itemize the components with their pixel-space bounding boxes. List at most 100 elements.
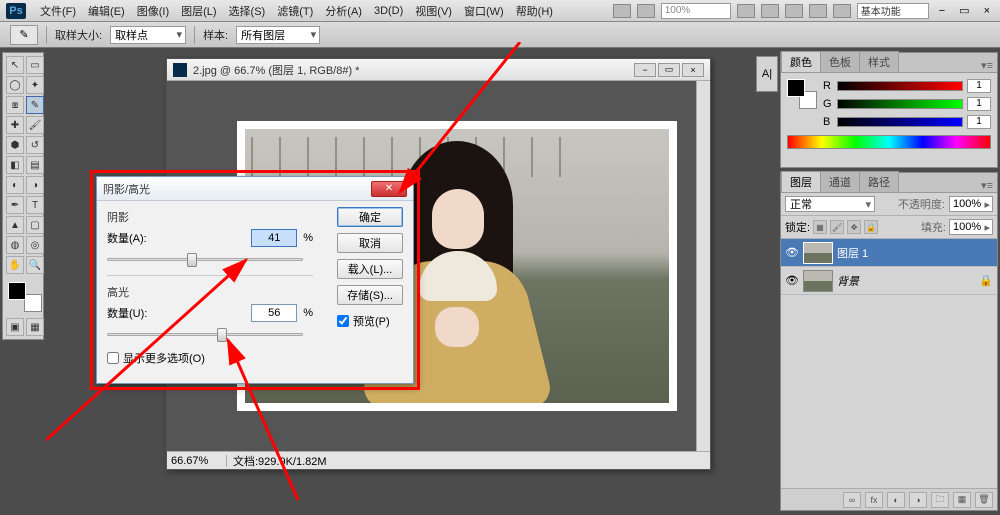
new-layer-icon[interactable]: ▦ <box>953 492 971 508</box>
brush-tool[interactable]: 🖌 <box>26 116 44 134</box>
lock-pixels-icon[interactable]: 🖌 <box>830 220 844 234</box>
eraser-tool[interactable]: ◧ <box>6 156 24 174</box>
sample-size-combo[interactable]: 取样点 <box>110 26 186 44</box>
dialog-close-icon[interactable]: ✕ <box>371 181 407 197</box>
gradient-tool[interactable]: ▤ <box>26 156 44 174</box>
stamp-tool[interactable]: ⬢ <box>6 136 24 154</box>
layer-name[interactable]: 图层 1 <box>837 245 868 261</box>
document-titlebar[interactable]: 2.jpg @ 66.7% (图层 1, RGB/8#) * − ▭ × <box>167 59 710 81</box>
rotate-icon[interactable] <box>785 4 803 18</box>
type-tool[interactable]: T <box>26 196 44 214</box>
more-options-checkbox[interactable] <box>107 352 119 364</box>
standard-mode-icon[interactable]: ▣ <box>6 318 24 336</box>
cancel-button[interactable]: 取消 <box>337 233 403 253</box>
dialog-titlebar[interactable]: 阴影/高光 ✕ <box>97 177 413 201</box>
menu-view[interactable]: 视图(V) <box>409 3 458 19</box>
collapsed-panel-strip[interactable]: A| <box>756 56 778 92</box>
vertical-scrollbar[interactable] <box>696 81 710 451</box>
group-icon[interactable]: 🗀 <box>931 492 949 508</box>
ok-button[interactable]: 确定 <box>337 207 403 227</box>
layer-name[interactable]: 背景 <box>837 273 859 289</box>
dodge-tool[interactable]: ◑ <box>26 176 44 194</box>
restore-icon[interactable]: ▭ <box>955 4 973 17</box>
menu-select[interactable]: 选择(S) <box>223 3 272 19</box>
tab-color[interactable]: 颜色 <box>781 51 821 72</box>
path-select-tool[interactable]: ▲ <box>6 216 24 234</box>
zoom-level[interactable]: 100% <box>661 3 731 19</box>
close-icon[interactable]: × <box>980 5 994 17</box>
menu-layer[interactable]: 图层(L) <box>175 3 222 19</box>
color-spectrum[interactable] <box>787 135 991 149</box>
tab-channels[interactable]: 通道 <box>820 171 860 192</box>
b-value[interactable]: 1 <box>967 115 991 129</box>
lock-all-icon[interactable]: 🔒 <box>864 220 878 234</box>
pen-tool[interactable]: ✒ <box>6 196 24 214</box>
load-button[interactable]: 载入(L)... <box>337 259 403 279</box>
adjustment-layer-icon[interactable]: ◑ <box>909 492 927 508</box>
preview-checkbox[interactable] <box>337 315 349 327</box>
color-swatches[interactable] <box>6 280 44 314</box>
doc-maximize-icon[interactable]: ▭ <box>658 63 680 77</box>
quick-select-tool[interactable]: ✦ <box>26 76 44 94</box>
zoom-tool[interactable]: 🔍 <box>26 256 44 274</box>
visibility-icon[interactable]: 👁 <box>785 274 799 288</box>
move-tool[interactable]: ↖ <box>6 56 24 74</box>
r-slider[interactable] <box>837 81 963 91</box>
layers-panel-menu-icon[interactable]: ▾≡ <box>977 179 997 192</box>
visibility-icon[interactable]: 👁 <box>785 246 799 260</box>
screen-mode-icon[interactable] <box>833 4 851 18</box>
3d-camera-tool[interactable]: ◎ <box>26 236 44 254</box>
sample-combo[interactable]: 所有图层 <box>236 26 320 44</box>
b-slider[interactable] <box>837 117 963 127</box>
layer-thumbnail[interactable] <box>803 242 833 264</box>
blur-tool[interactable]: ◐ <box>6 176 24 194</box>
g-value[interactable]: 1 <box>967 97 991 111</box>
zoom-readout[interactable]: 66.67% <box>167 455 227 467</box>
heal-tool[interactable]: ✚ <box>6 116 24 134</box>
lasso-tool[interactable]: ◯ <box>6 76 24 94</box>
3d-tool[interactable]: ◍ <box>6 236 24 254</box>
shadow-amount-input[interactable]: 41 <box>251 229 297 247</box>
menu-3d[interactable]: 3D(D) <box>368 5 409 17</box>
doc-close-icon[interactable]: × <box>682 63 704 77</box>
highlight-amount-input[interactable]: 56 <box>251 304 297 322</box>
g-slider[interactable] <box>837 99 963 109</box>
layer-fx-icon[interactable]: fx <box>865 492 883 508</box>
minimize-icon[interactable]: − <box>935 5 949 17</box>
lock-transparent-icon[interactable]: ▦ <box>813 220 827 234</box>
panel-menu-icon[interactable]: ▾≡ <box>977 59 997 72</box>
quickmask-mode-icon[interactable]: ▦ <box>26 318 44 336</box>
layer-row[interactable]: 👁 图层 1 <box>781 239 997 267</box>
layer-mask-icon[interactable]: ◐ <box>887 492 905 508</box>
marquee-tool[interactable]: ▭ <box>26 56 44 74</box>
menu-image[interactable]: 图像(I) <box>131 3 175 19</box>
shape-tool[interactable]: ▢ <box>26 216 44 234</box>
hand-icon[interactable] <box>737 4 755 18</box>
menu-file[interactable]: 文件(F) <box>34 3 82 19</box>
zoom-icon[interactable] <box>761 4 779 18</box>
menu-help[interactable]: 帮助(H) <box>510 3 559 19</box>
menu-edit[interactable]: 编辑(E) <box>82 3 131 19</box>
history-brush-tool[interactable]: ↺ <box>26 136 44 154</box>
hand-tool[interactable]: ✋ <box>6 256 24 274</box>
shadow-slider[interactable] <box>107 251 303 267</box>
view-extras-icon[interactable] <box>637 4 655 18</box>
highlight-slider[interactable] <box>107 326 303 342</box>
color-fg-bg[interactable] <box>787 79 817 109</box>
workspace-switcher[interactable]: 基本功能 <box>857 3 929 19</box>
fill-input[interactable]: 100% <box>949 219 993 235</box>
save-button[interactable]: 存储(S)... <box>337 285 403 305</box>
tab-swatches[interactable]: 色板 <box>820 51 860 72</box>
tab-styles[interactable]: 样式 <box>859 51 899 72</box>
blend-mode-combo[interactable]: 正常 <box>785 196 875 212</box>
tab-layers[interactable]: 图层 <box>781 171 821 192</box>
r-value[interactable]: 1 <box>967 79 991 93</box>
doc-minimize-icon[interactable]: − <box>634 63 656 77</box>
delete-layer-icon[interactable]: 🗑 <box>975 492 993 508</box>
menu-analysis[interactable]: 分析(A) <box>319 3 368 19</box>
current-tool-icon[interactable]: ✎ <box>10 25 38 45</box>
layer-row[interactable]: 👁 背景 🔒 <box>781 267 997 295</box>
lock-position-icon[interactable]: ✥ <box>847 220 861 234</box>
arrange-icon[interactable] <box>809 4 827 18</box>
crop-tool[interactable]: ⧆ <box>6 96 24 114</box>
